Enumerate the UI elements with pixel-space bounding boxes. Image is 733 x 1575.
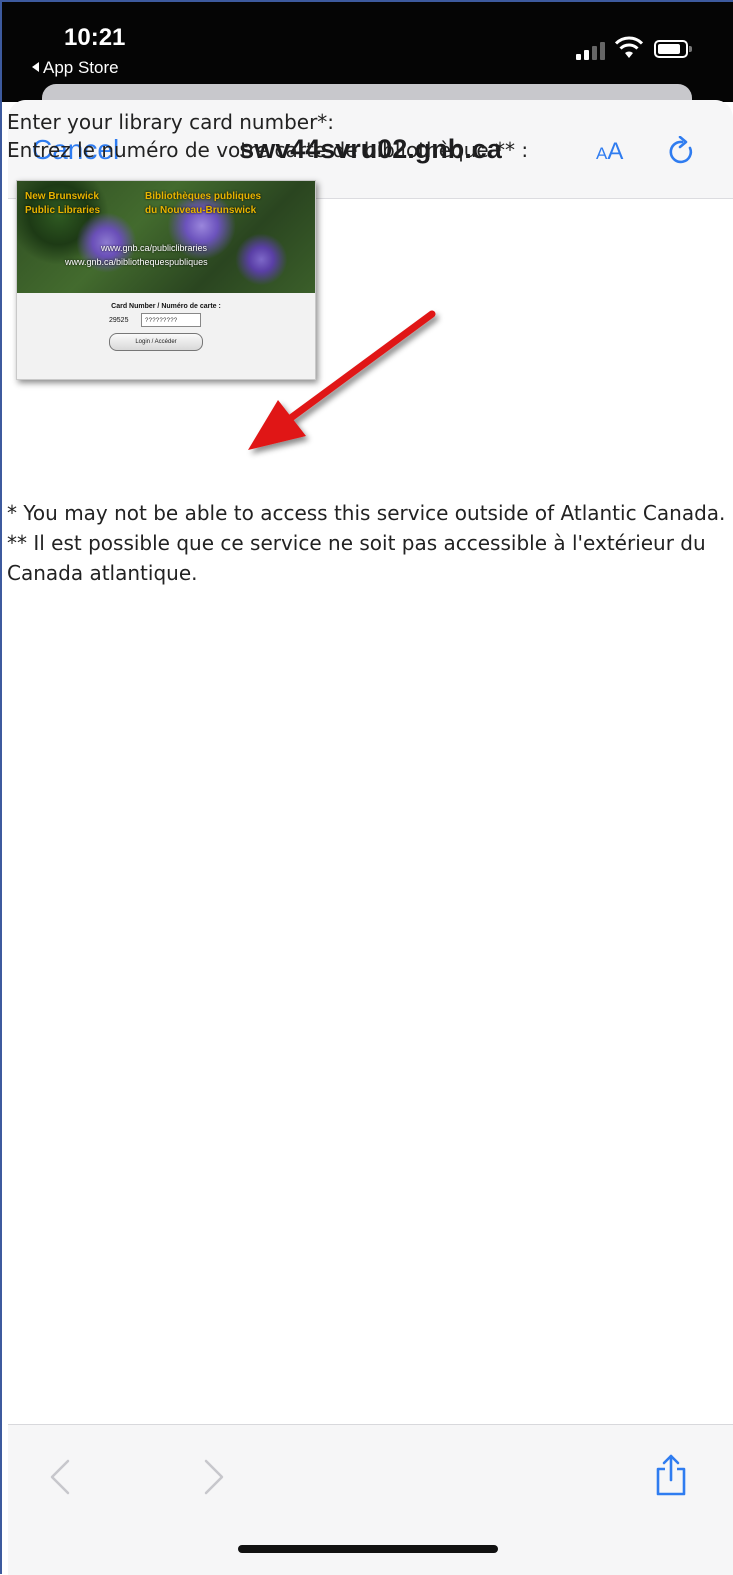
cellular-signal-icon [576,42,606,60]
page-content: Enter your library card number*: Entrez … [7,108,725,164]
chevron-right-icon[interactable] [202,1457,226,1497]
prompt-french: Entrez le numéro de votre carte de bibli… [7,138,529,162]
banner-title-en-2: Public Libraries [25,205,101,216]
card-number-field-illustration: ????????? [141,313,201,327]
status-time: 10:21 [64,24,126,51]
card-image-banner: New Brunswick Public Libraries Bibliothè… [17,181,315,293]
battery-icon [654,40,692,58]
back-to-app-link[interactable]: App Store [32,58,119,78]
banner-url-fr: www.gnb.ca/bibliothequespubliques [65,257,208,267]
back-triangle-icon [32,62,39,72]
prompt-english: Enter your library card number*: [7,110,335,134]
wifi-icon [615,36,643,58]
banner-title-fr-2: du Nouveau-Brunswick [145,205,257,216]
red-arrow-annotation [248,310,436,450]
back-app-label: App Store [43,58,119,77]
note-english: * You may not be able to access this ser… [7,501,725,525]
note-french-line-2: Canada atlantique. [7,561,198,585]
share-icon[interactable] [654,1453,688,1497]
banner-title-fr-1: Bibliothèques publiques [145,191,262,202]
card-prefix-text: 29525 [109,317,129,324]
banner-url-en: www.gnb.ca/publiclibraries [101,243,208,253]
chevron-left-icon[interactable] [48,1457,72,1497]
login-button-illustration: Login / Accéder [109,333,203,351]
banner-title-en-1: New Brunswick [25,191,99,202]
access-notes: * You may not be able to access this ser… [7,498,725,588]
home-indicator[interactable] [238,1545,498,1553]
note-french-line-1: ** Il est possible que ce service ne soi… [7,531,706,555]
frame-border-left [0,0,2,1574]
